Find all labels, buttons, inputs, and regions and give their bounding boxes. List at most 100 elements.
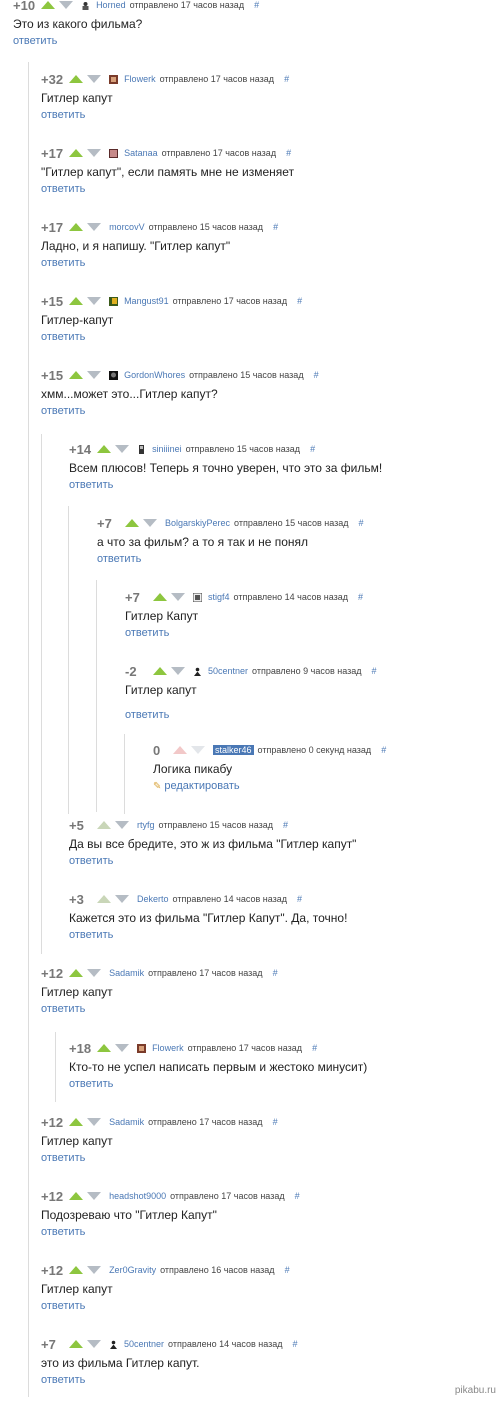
- upvote-icon[interactable]: [69, 1118, 84, 1126]
- username-link[interactable]: 50centner: [124, 1339, 164, 1349]
- upvote-icon[interactable]: [69, 223, 84, 231]
- avatar[interactable]: [109, 148, 119, 158]
- upvote-icon[interactable]: [153, 667, 167, 675]
- avatar[interactable]: [193, 667, 202, 676]
- reply-link[interactable]: ответить: [41, 1003, 278, 1015]
- upvote-icon[interactable]: [97, 821, 111, 829]
- downvote-icon[interactable]: [115, 445, 130, 453]
- permalink[interactable]: #: [295, 1191, 300, 1201]
- downvote-icon[interactable]: [115, 1044, 130, 1052]
- upvote-icon[interactable]: [153, 593, 167, 601]
- username-link[interactable]: 50centner: [208, 666, 248, 676]
- reply-link[interactable]: ответить: [13, 35, 259, 47]
- reply-link[interactable]: ответить: [69, 479, 382, 491]
- permalink[interactable]: #: [293, 1339, 298, 1349]
- username-link[interactable]: Zer0Gravity: [109, 1265, 156, 1275]
- username-link[interactable]: Flowerk: [152, 1043, 184, 1053]
- downvote-icon[interactable]: [191, 746, 205, 754]
- avatar[interactable]: [137, 444, 146, 454]
- avatar[interactable]: [193, 592, 202, 602]
- permalink[interactable]: #: [273, 968, 278, 978]
- reply-link[interactable]: ответить: [41, 405, 319, 417]
- username-link[interactable]: headshot9000: [109, 1191, 166, 1201]
- reply-link[interactable]: ответить: [69, 1078, 367, 1090]
- reply-link[interactable]: ответить: [69, 855, 356, 867]
- username-link[interactable]: Horned: [96, 0, 126, 10]
- username-link[interactable]: Mangust91: [124, 296, 169, 306]
- upvote-icon[interactable]: [69, 1192, 84, 1200]
- reply-link[interactable]: ответить: [97, 553, 364, 565]
- username-link[interactable]: Dekerto: [137, 894, 169, 904]
- permalink[interactable]: #: [314, 370, 319, 380]
- permalink[interactable]: #: [254, 0, 259, 10]
- permalink[interactable]: #: [381, 745, 386, 755]
- reply-link[interactable]: ответить: [41, 109, 289, 121]
- upvote-icon[interactable]: [41, 1, 56, 9]
- username-link[interactable]: BolgarskiyPerec: [165, 518, 230, 528]
- reply-link[interactable]: ответить: [41, 1374, 298, 1386]
- edit-link[interactable]: ✎ редактировать: [153, 780, 386, 792]
- permalink[interactable]: #: [284, 74, 289, 84]
- downvote-icon[interactable]: [87, 223, 102, 231]
- username-link[interactable]: GordonWhores: [124, 370, 185, 380]
- permalink[interactable]: #: [358, 592, 363, 602]
- downvote-icon[interactable]: [143, 519, 157, 527]
- downvote-icon[interactable]: [87, 149, 102, 157]
- reply-link[interactable]: ответить: [41, 1300, 290, 1312]
- avatar[interactable]: [109, 296, 119, 306]
- reply-link[interactable]: ответить: [125, 627, 363, 639]
- username-link[interactable]: stalker46: [213, 745, 254, 755]
- username-link[interactable]: morcovV: [109, 222, 145, 232]
- avatar[interactable]: [109, 74, 119, 84]
- username-link[interactable]: stigf4: [208, 592, 230, 602]
- username-link[interactable]: Satanaa: [124, 148, 158, 158]
- avatar[interactable]: [137, 1043, 147, 1053]
- downvote-icon[interactable]: [87, 297, 102, 305]
- reply-link[interactable]: ответить: [41, 331, 302, 343]
- username-link[interactable]: Sadamik: [109, 968, 144, 978]
- downvote-icon[interactable]: [87, 1192, 102, 1200]
- reply-link[interactable]: ответить: [69, 929, 347, 941]
- downvote-icon[interactable]: [115, 821, 129, 829]
- upvote-icon[interactable]: [97, 445, 112, 453]
- reply-link[interactable]: ответить: [41, 257, 278, 269]
- downvote-icon[interactable]: [115, 895, 129, 903]
- downvote-icon[interactable]: [87, 75, 102, 83]
- username-link[interactable]: Flowerk: [124, 74, 156, 84]
- upvote-icon[interactable]: [69, 149, 84, 157]
- avatar[interactable]: [109, 1340, 118, 1349]
- permalink[interactable]: #: [312, 1043, 317, 1053]
- avatar[interactable]: [81, 1, 90, 10]
- upvote-icon[interactable]: [125, 519, 139, 527]
- downvote-icon[interactable]: [87, 1266, 102, 1274]
- reply-link[interactable]: ответить: [41, 183, 294, 195]
- downvote-icon[interactable]: [87, 1340, 101, 1348]
- downvote-icon[interactable]: [59, 1, 74, 9]
- upvote-icon[interactable]: [69, 75, 84, 83]
- upvote-icon[interactable]: [69, 969, 84, 977]
- downvote-icon[interactable]: [87, 371, 102, 379]
- permalink[interactable]: #: [283, 820, 288, 830]
- upvote-icon[interactable]: [97, 1044, 112, 1052]
- reply-link[interactable]: ответить: [125, 709, 377, 721]
- permalink[interactable]: #: [297, 296, 302, 306]
- upvote-icon[interactable]: [69, 297, 84, 305]
- permalink[interactable]: #: [273, 222, 278, 232]
- username-link[interactable]: Sadamik: [109, 1117, 144, 1127]
- username-link[interactable]: rtyfg: [137, 820, 155, 830]
- downvote-icon[interactable]: [87, 969, 102, 977]
- upvote-icon[interactable]: [173, 746, 187, 754]
- permalink[interactable]: #: [310, 444, 315, 454]
- permalink[interactable]: #: [372, 666, 377, 676]
- username-link[interactable]: siniiinei: [152, 444, 182, 454]
- upvote-icon[interactable]: [69, 1340, 83, 1348]
- permalink[interactable]: #: [297, 894, 302, 904]
- reply-link[interactable]: ответить: [41, 1226, 300, 1238]
- downvote-icon[interactable]: [171, 593, 185, 601]
- upvote-icon[interactable]: [69, 1266, 84, 1274]
- permalink[interactable]: #: [273, 1117, 278, 1127]
- downvote-icon[interactable]: [171, 667, 185, 675]
- permalink[interactable]: #: [286, 148, 291, 158]
- downvote-icon[interactable]: [87, 1118, 102, 1126]
- upvote-icon[interactable]: [97, 895, 111, 903]
